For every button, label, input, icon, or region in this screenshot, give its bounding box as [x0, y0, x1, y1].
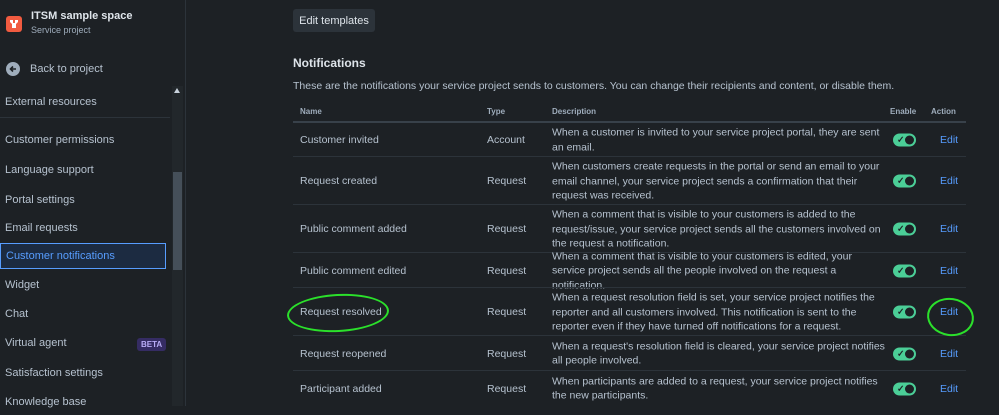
notification-name: Public comment edited: [300, 264, 407, 277]
column-header-description: Description: [552, 107, 597, 116]
project-type: Service project: [31, 25, 91, 35]
notification-name: Request created: [300, 175, 378, 187]
sidebar-item-chat[interactable]: Chat: [0, 301, 166, 327]
enable-toggle[interactable]: ✓: [893, 382, 916, 395]
edit-link[interactable]: Edit: [940, 383, 958, 395]
table-row: Public comment edited Request When a com…: [293, 250, 966, 291]
scrollbar-thumb[interactable]: [173, 172, 182, 270]
check-icon: ✓: [897, 223, 905, 234]
edit-templates-button[interactable]: Edit templates: [293, 9, 375, 32]
table-row: Request reopened Request When a request'…: [293, 336, 966, 371]
notification-type: Request: [487, 347, 527, 360]
check-icon: ✓: [897, 265, 905, 275]
sidebar-item-external-resources[interactable]: External resources: [0, 89, 166, 115]
notification-description: When a comment that is visible to your c…: [552, 208, 881, 250]
sidebar-divider: [0, 117, 170, 118]
column-header-enable: Enable: [890, 107, 917, 116]
notification-type: Request: [487, 175, 527, 187]
edit-link[interactable]: Edit: [940, 223, 958, 235]
beta-badge: BETA: [137, 338, 167, 351]
project-header[interactable]: ITSM sample space Service project: [6, 10, 133, 35]
notification-type: Request: [487, 223, 527, 235]
notification-description: When a comment that is visible to your c…: [552, 249, 852, 291]
enable-toggle[interactable]: ✓: [893, 133, 916, 147]
sidebar-item-email-requests[interactable]: Email requests: [0, 215, 166, 241]
enable-toggle[interactable]: ✓: [893, 305, 916, 319]
enable-toggle[interactable]: ✓: [893, 347, 916, 360]
check-icon: ✓: [897, 383, 905, 393]
sidebar-item-language-support[interactable]: Language support: [0, 157, 166, 183]
check-icon: ✓: [897, 175, 905, 186]
notification-type: Account: [487, 134, 525, 146]
edit-link[interactable]: Edit: [940, 348, 958, 360]
notification-type: Request: [487, 264, 527, 277]
sidebar-item-customer-notifications[interactable]: Customer notifications: [0, 243, 166, 269]
notification-description: When a request's resolution field is cle…: [552, 340, 885, 367]
sidebar-scrollbar[interactable]: [172, 86, 183, 406]
sidebar-item-knowledge-base[interactable]: Knowledge base: [0, 389, 166, 415]
project-name: ITSM sample space: [31, 10, 133, 22]
notification-name: Public comment added: [300, 223, 407, 235]
check-icon: ✓: [897, 134, 905, 145]
notification-name: Customer invited: [300, 134, 379, 146]
check-icon: ✓: [897, 348, 905, 358]
edit-link[interactable]: Edit: [940, 175, 958, 187]
notification-description: When a customer is invited to your servi…: [552, 126, 880, 154]
table-row: Participant added Request When participa…: [293, 371, 966, 406]
section-title: Notifications: [293, 56, 366, 70]
check-icon: ✓: [897, 306, 905, 317]
edit-link[interactable]: Edit: [940, 134, 958, 146]
sidebar-item-satisfaction-settings[interactable]: Satisfaction settings: [0, 360, 166, 386]
table-row: Customer invited Account When a customer…: [293, 123, 966, 157]
enable-toggle[interactable]: ✓: [893, 174, 916, 188]
notification-type: Request: [487, 382, 527, 395]
notification-name: Participant added: [300, 382, 382, 395]
notification-type: Request: [487, 306, 527, 318]
back-arrow-icon: [6, 62, 20, 76]
scroll-up-icon[interactable]: [174, 88, 180, 93]
sidebar-item-widget[interactable]: Widget: [0, 272, 166, 298]
column-header-action: Action: [931, 107, 956, 116]
table-row: Request created Request When customers c…: [293, 157, 966, 205]
edit-link[interactable]: Edit: [940, 265, 958, 277]
notification-description: When a request resolution field is set, …: [552, 291, 875, 333]
enable-toggle[interactable]: ✓: [893, 222, 916, 236]
notification-description: When participants are added to a request…: [552, 375, 878, 402]
table-row: Request resolved Request When a request …: [293, 288, 966, 336]
column-header-name: Name: [300, 107, 322, 116]
sidebar: ITSM sample space Service project Back t…: [0, 0, 186, 408]
column-header-type: Type: [487, 107, 506, 116]
back-label: Back to project: [30, 63, 103, 75]
enable-toggle[interactable]: ✓: [893, 264, 916, 277]
table-row: Public comment added Request When a comm…: [293, 205, 966, 253]
back-to-project-link[interactable]: Back to project: [6, 62, 103, 76]
sidebar-item-customer-permissions[interactable]: Customer permissions: [0, 127, 166, 153]
project-logo-icon: [6, 16, 22, 32]
notification-description: When customers create requests in the po…: [552, 160, 880, 202]
sidebar-item-portal-settings[interactable]: Portal settings: [0, 187, 166, 213]
section-description: These are the notifications your service…: [293, 80, 895, 92]
notification-name: Request reopened: [300, 347, 387, 360]
